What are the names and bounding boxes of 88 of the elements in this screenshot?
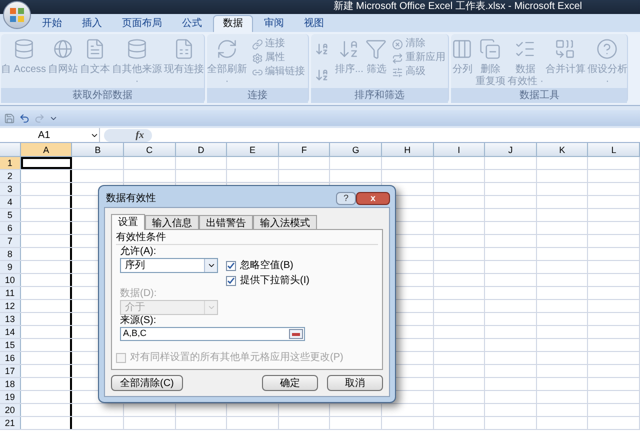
dropdown[interactable]: 序列 (120, 258, 218, 273)
dialog-title: 数据有效性 (105, 192, 157, 206)
window-title: 新建 Microsoft Office Excel 工作表.xlsx - Microsoft Excel (333, 2, 582, 12)
repeat-icon (392, 52, 404, 64)
row-header[interactable]: 13 (0, 313, 21, 325)
column-header[interactable]: I (434, 143, 486, 156)
dialog-button[interactable]: 取消 (327, 375, 383, 391)
ribbon-tab[interactable]: 视图 (295, 15, 333, 32)
row-header[interactable]: 19 (0, 391, 21, 403)
dialog-tab[interactable]: 输入信息 (145, 215, 199, 229)
ribbon-tab[interactable]: 开始 (33, 15, 71, 32)
source-field[interactable]: A,B,C (120, 327, 305, 341)
filter-icon (365, 38, 388, 60)
selected-cell[interactable] (20, 157, 72, 169)
ribbon-tab[interactable]: 数据 (213, 15, 253, 32)
row-header[interactable]: 9 (0, 261, 21, 273)
row-header[interactable]: 7 (0, 235, 21, 247)
column-header[interactable]: A (20, 143, 72, 156)
caret-icon (206, 261, 216, 270)
gear-icon (252, 52, 264, 64)
row-header[interactable]: 5 (0, 209, 21, 221)
group-label: 连接 (207, 88, 308, 103)
dialog-button[interactable]: 确定 (262, 375, 318, 391)
column-header[interactable]: F (278, 143, 330, 156)
ribbon-tab[interactable]: 插入 (73, 15, 111, 32)
column-header[interactable]: G (330, 143, 382, 156)
ribbon-tab[interactable]: 审阅 (255, 15, 293, 32)
clear-icon (392, 38, 404, 50)
row-header[interactable]: 18 (0, 378, 21, 390)
name-box[interactable]: A1 (0, 128, 100, 142)
column-header[interactable]: B (72, 143, 124, 156)
undo-icon[interactable] (19, 112, 30, 124)
row-header[interactable]: 17 (0, 365, 21, 377)
row-header[interactable]: 16 (0, 352, 21, 364)
group-label: 获取外部数据 (1, 88, 204, 103)
database-icon (126, 38, 148, 60)
database-icon (12, 38, 34, 60)
dialog-tab[interactable]: 设置 (111, 214, 145, 230)
dialog-tab[interactable]: 输入法模式 (253, 215, 317, 229)
section-heading: 有效性条件 (116, 232, 167, 244)
row-header[interactable]: 21 (0, 417, 21, 429)
caret-icon (206, 303, 216, 312)
column-header[interactable]: H (382, 143, 434, 156)
row-header[interactable]: 14 (0, 326, 21, 338)
ribbon-tab[interactable]: 页面布局 (113, 15, 171, 32)
column-header[interactable]: J (485, 143, 537, 156)
row-header[interactable]: 4 (0, 196, 21, 208)
row-header[interactable]: 3 (0, 183, 21, 195)
row-header[interactable]: 20 (0, 404, 21, 416)
ribbon-tab[interactable]: 公式 (173, 15, 211, 32)
save-icon[interactable] (4, 112, 15, 124)
row-header[interactable]: 15 (0, 339, 21, 351)
dialog-tab[interactable]: 出错警告 (199, 215, 253, 229)
row-header[interactable]: 8 (0, 248, 21, 260)
remove-duplicates-icon (479, 38, 502, 60)
checkbox-label: 提供下拉箭头(I) (240, 274, 310, 288)
checkbox[interactable] (226, 276, 236, 286)
field-label: 来源(S): (119, 315, 158, 327)
close-button[interactable]: x (356, 192, 390, 204)
column-header[interactable]: D (176, 143, 228, 156)
columns-icon (451, 38, 474, 60)
column-header[interactable]: L (588, 143, 640, 156)
row-header[interactable]: 2 (0, 170, 21, 182)
group-label: 数据工具 (451, 88, 628, 103)
sliders-icon (392, 66, 404, 78)
dialog-button[interactable]: 全部清除(C) (111, 375, 183, 391)
row-header[interactable]: 11 (0, 287, 21, 299)
globe-icon (52, 38, 74, 60)
checkbox[interactable] (226, 260, 236, 270)
column-header[interactable]: C (124, 143, 176, 156)
row-header[interactable]: 10 (0, 274, 21, 286)
checkbox-label: 对有同样设置的所有其他单元格应用这些更改(P) (130, 350, 344, 365)
column-header[interactable]: K (536, 143, 588, 156)
refresh-icon (216, 38, 238, 60)
combine-icon (554, 38, 576, 60)
checkbox-label: 忽略空值(B) (240, 258, 294, 273)
link-icon (252, 38, 264, 50)
field-label: 数据(D): (119, 288, 158, 300)
office-logo-icon (9, 7, 25, 23)
help-button[interactable]: ? (336, 192, 356, 204)
group-label: 排序和筛选 (311, 88, 448, 103)
row-header[interactable]: 6 (0, 222, 21, 234)
row-header[interactable]: 1 (0, 157, 21, 169)
column-header[interactable]: E (227, 143, 279, 156)
question-icon (596, 38, 618, 60)
range-picker-icon[interactable] (289, 329, 303, 339)
row-header[interactable]: 12 (0, 300, 21, 312)
field-label: 允许(A): (119, 246, 158, 258)
